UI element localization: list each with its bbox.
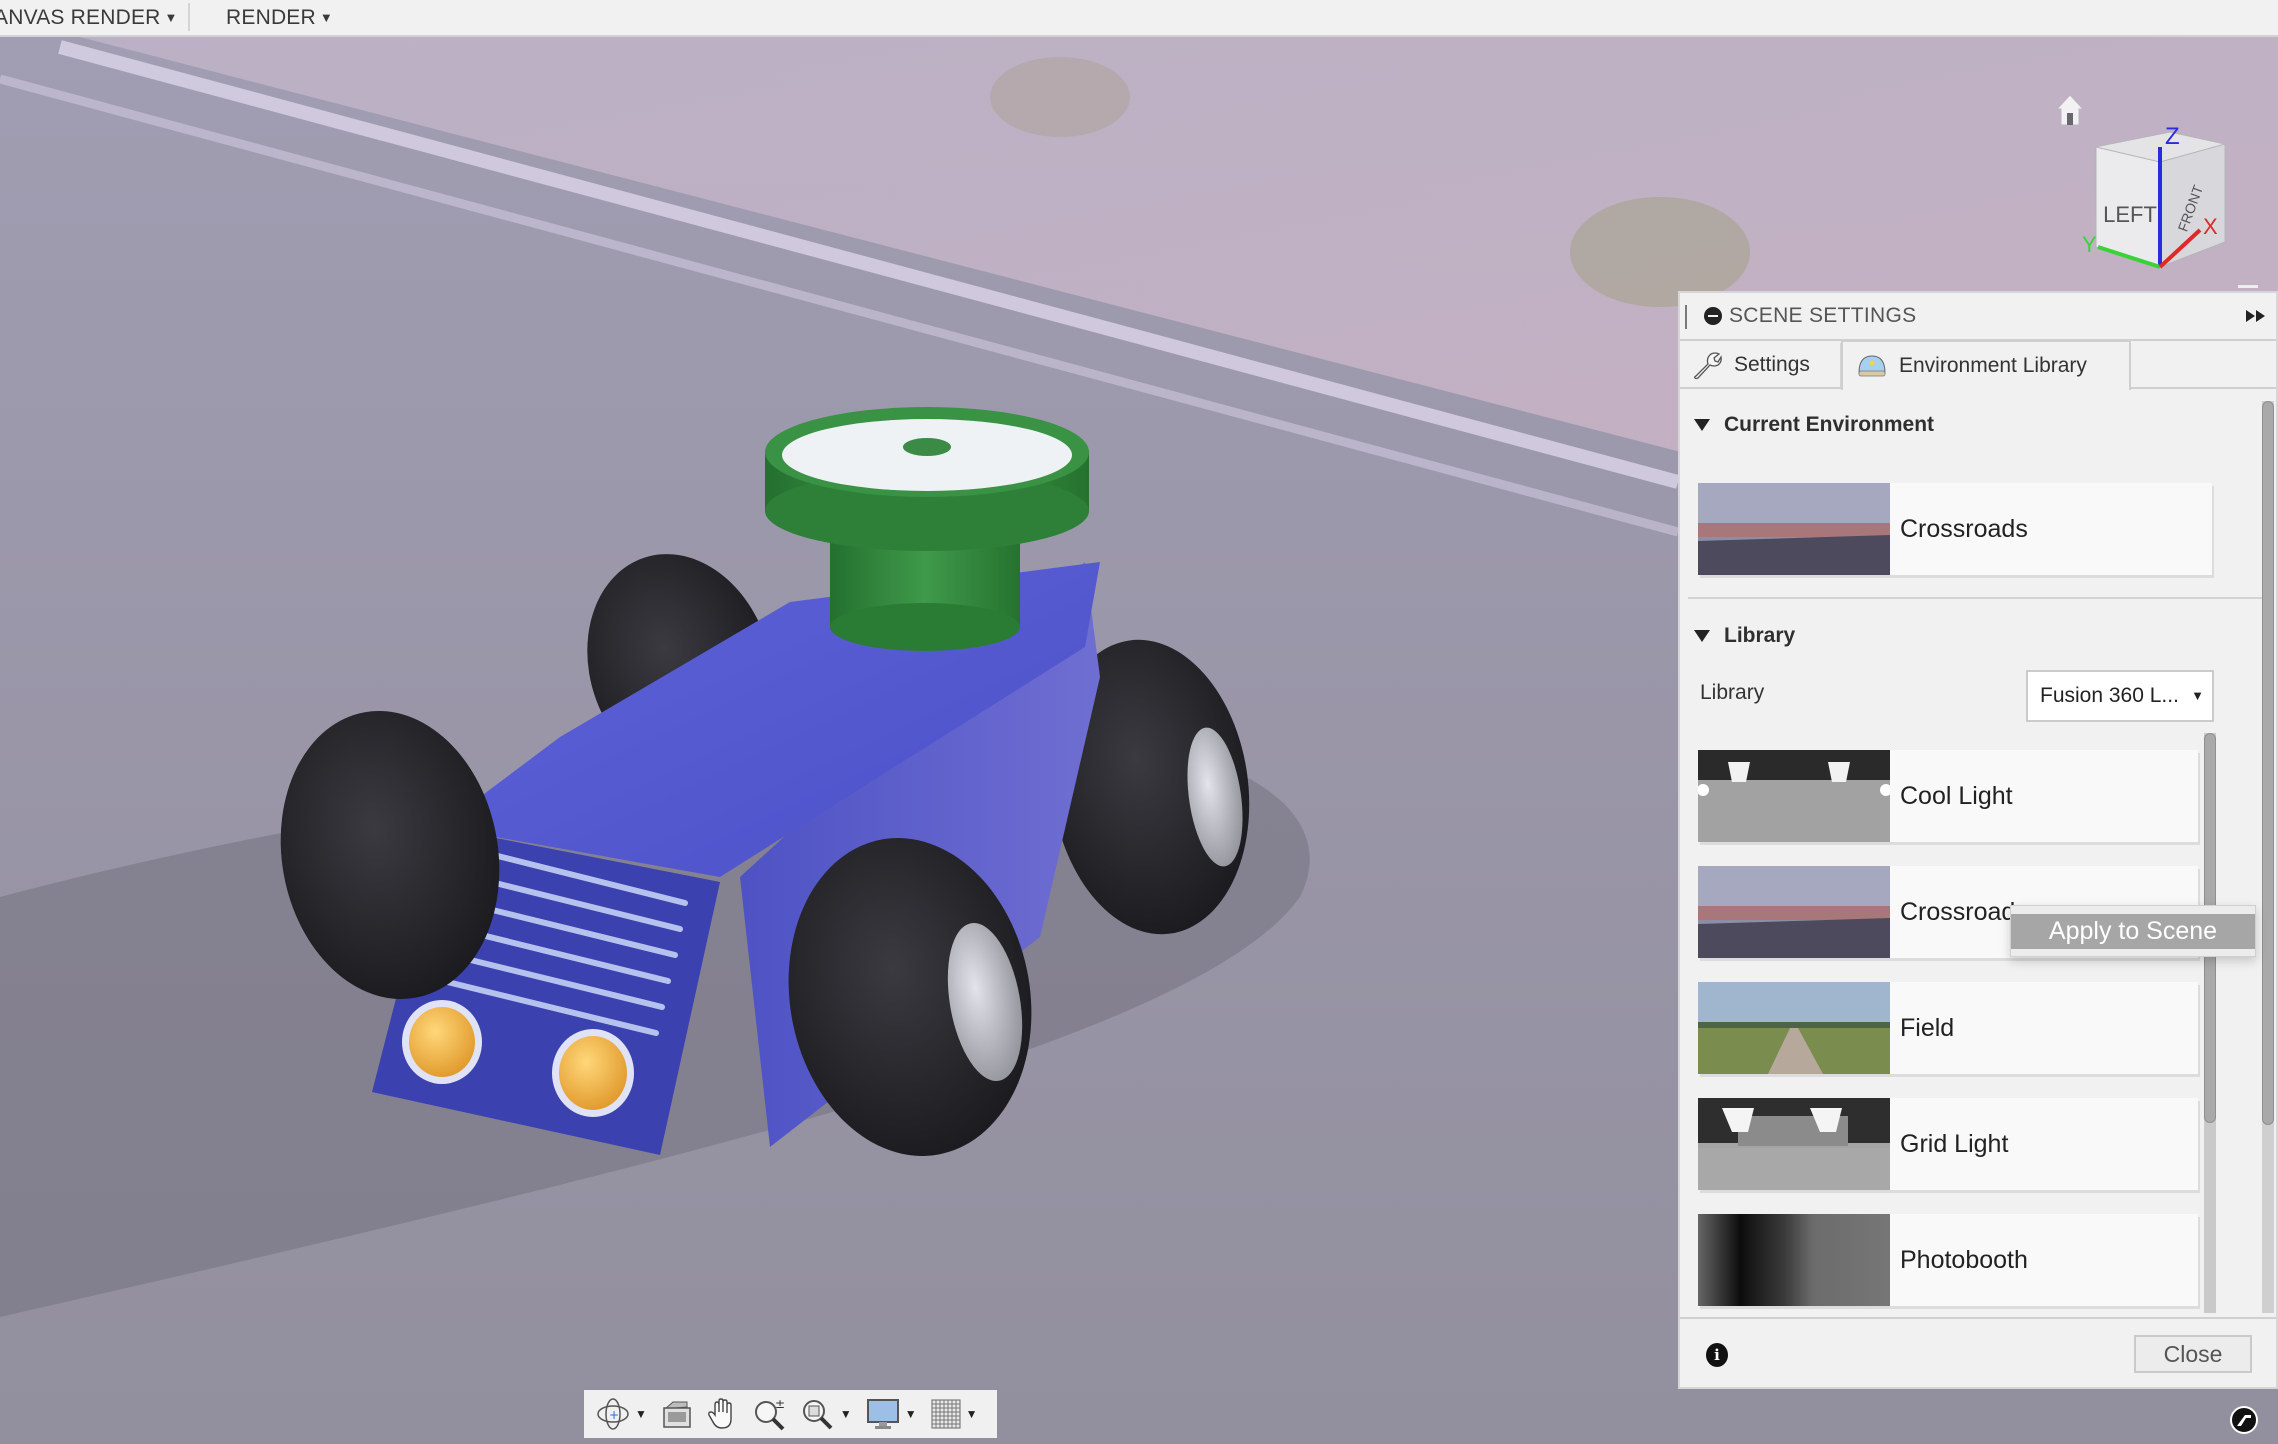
- grid-icon: [931, 1399, 961, 1429]
- monitor-icon: [866, 1399, 899, 1429]
- pan-button[interactable]: [707, 1397, 739, 1431]
- collapse-icon[interactable]: [1704, 307, 1722, 325]
- current-environment-tile[interactable]: Crossroads: [1698, 483, 2212, 575]
- panel-scrollbar[interactable]: [2262, 401, 2274, 1125]
- current-environment-heading: Current Environment: [1724, 413, 1935, 436]
- panel-tabs: Settings Environment Library: [1680, 340, 2276, 390]
- panel-footer: i Close: [1680, 1317, 2276, 1387]
- display-settings-button[interactable]: ▼: [866, 1398, 917, 1430]
- list-item[interactable]: Grid Light: [1698, 1098, 2198, 1190]
- orbit-icon: +: [597, 1398, 629, 1430]
- info-icon[interactable]: i: [1706, 1343, 1728, 1367]
- zoom-icon: ±: [754, 1397, 785, 1431]
- list-item[interactable]: Cool Light: [1698, 750, 2198, 842]
- tab-settings[interactable]: Settings: [1680, 343, 1841, 387]
- look-at-button[interactable]: [661, 1399, 693, 1429]
- section-divider: [1688, 597, 2264, 599]
- chevron-down-icon: ▼: [2191, 688, 2204, 703]
- triangle-down-icon: [1694, 419, 1710, 431]
- library-dropdown-value: Fusion 360 L...: [2040, 684, 2179, 707]
- apply-to-scene-menu-item[interactable]: Apply to Scene: [2011, 914, 2255, 949]
- chevron-down-icon[interactable]: ▼: [966, 1407, 978, 1421]
- context-menu: Apply to Scene: [2010, 905, 2256, 957]
- library-dropdown[interactable]: Fusion 360 L... ▼: [2026, 670, 2214, 722]
- environment-dome-icon: [1858, 355, 1886, 377]
- list-item-label: Cool Light: [1900, 782, 2013, 810]
- list-item[interactable]: Photobooth: [1698, 1214, 2198, 1306]
- close-button[interactable]: Close: [2134, 1335, 2252, 1373]
- zoom-window-button[interactable]: ▼: [801, 1397, 852, 1431]
- scene-settings-panel: SCENE SETTINGS Settings Environment Libr…: [1678, 291, 2278, 1389]
- look-at-icon: [663, 1401, 691, 1428]
- chevron-down-icon: ▼: [164, 10, 178, 25]
- zoom-window-icon: [802, 1400, 833, 1430]
- navigation-toolbar: + ▼ ± ▼ ▼ ▼: [584, 1390, 997, 1438]
- svg-text:+: +: [609, 1408, 619, 1422]
- expand-panel-icon[interactable]: [2244, 307, 2268, 325]
- zoom-button[interactable]: ±: [753, 1397, 787, 1431]
- cool-light-thumbnail: [1698, 750, 1890, 842]
- triangle-down-icon: [1694, 630, 1710, 642]
- wrench-icon: [1694, 352, 1722, 380]
- list-item-label: Photobooth: [1900, 1246, 2028, 1274]
- chevron-down-icon[interactable]: ▼: [635, 1407, 647, 1421]
- svg-text:±: ±: [775, 1397, 785, 1411]
- orbit-button[interactable]: + ▼: [596, 1397, 647, 1431]
- canvas-render-menu[interactable]: ANVAS RENDER ▼: [0, 0, 178, 35]
- toolbar-divider: [188, 3, 190, 31]
- viewcube-face-left[interactable]: LEFT: [2103, 202, 2157, 227]
- render-menu-label: RENDER: [226, 6, 316, 29]
- autodesk-logo-icon[interactable]: [2229, 1405, 2259, 1435]
- y-axis-label: Y: [2082, 232, 2097, 257]
- pan-hand-icon: [707, 1398, 732, 1429]
- current-environment-header[interactable]: Current Environment: [1694, 413, 1934, 437]
- panel-title: SCENE SETTINGS: [1729, 304, 1917, 327]
- library-header[interactable]: Library: [1694, 624, 1795, 648]
- panel-header[interactable]: SCENE SETTINGS: [1680, 293, 2276, 341]
- grid-settings-button[interactable]: ▼: [931, 1399, 978, 1429]
- photobooth-thumbnail: [1698, 1214, 1890, 1306]
- field-thumbnail: [1698, 982, 1890, 1074]
- list-item-label: Grid Light: [1900, 1130, 2009, 1158]
- render-menu[interactable]: RENDER ▼: [226, 0, 333, 35]
- chevron-down-icon: ▼: [319, 10, 333, 25]
- z-axis-label: Z: [2165, 123, 2180, 150]
- current-environment-name: Crossroads: [1900, 515, 2028, 543]
- crossroads-thumbnail: [1698, 483, 1890, 575]
- grid-light-thumbnail: [1698, 1098, 1890, 1190]
- canvas-render-menu-label: ANVAS RENDER: [0, 6, 161, 29]
- chevron-down-icon[interactable]: ▼: [905, 1407, 917, 1421]
- drag-grip-icon[interactable]: [1685, 305, 1690, 329]
- environment-list: Cool Light Crossroads Field Grid Light P…: [1680, 733, 2240, 1313]
- library-heading: Library: [1724, 624, 1796, 647]
- list-item-label: Crossroads: [1900, 898, 2028, 926]
- tab-environment-library[interactable]: Environment Library: [1841, 340, 2131, 390]
- viewcube[interactable]: LEFT FRONT Z Y X: [2060, 122, 2260, 292]
- top-toolbar: ANVAS RENDER ▼ RENDER ▼: [0, 0, 2278, 37]
- list-item-label: Field: [1900, 1014, 1955, 1042]
- library-field-label: Library: [1700, 681, 1765, 704]
- tab-environment-library-label: Environment Library: [1899, 354, 2087, 377]
- crossroads-thumbnail: [1698, 866, 1890, 958]
- list-item[interactable]: Field: [1698, 982, 2198, 1074]
- tab-settings-label: Settings: [1734, 353, 1810, 376]
- x-axis-label: X: [2203, 214, 2218, 239]
- chevron-down-icon[interactable]: ▼: [840, 1407, 852, 1421]
